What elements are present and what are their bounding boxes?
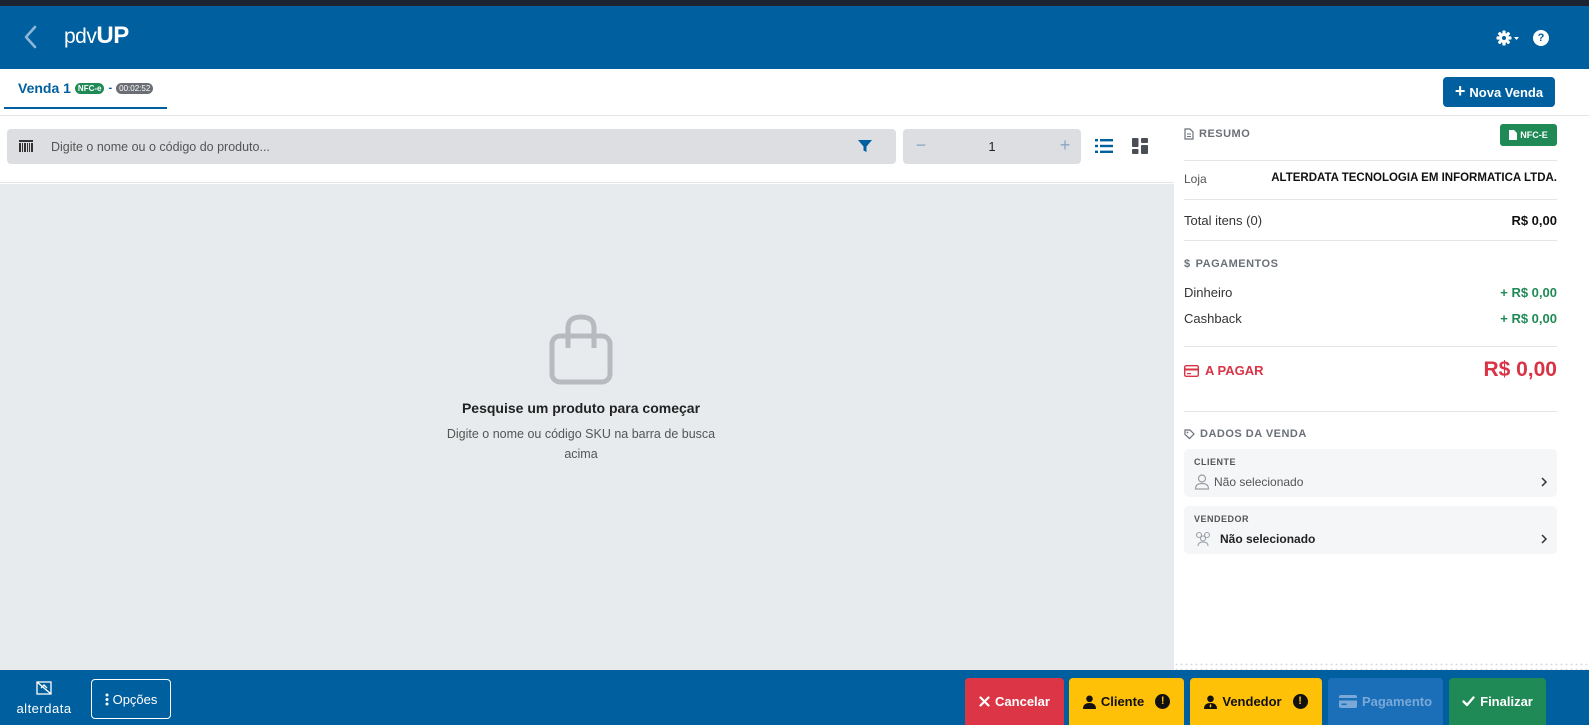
divider (1184, 240, 1557, 241)
sale-tabs-bar: Venda 1 NFC-e - 00:02:52 + Nova Venda (0, 69, 1589, 116)
quantity-stepper: − 1 + (903, 129, 1081, 164)
quantity-input[interactable]: 1 (943, 129, 1041, 164)
barcode-icon (19, 140, 33, 152)
user-tie-icon (1204, 695, 1218, 709)
client-card-value: Não selecionado (1214, 475, 1304, 489)
credit-card-icon (1338, 695, 1357, 708)
store-label: Loja (1184, 172, 1207, 186)
divider (1184, 411, 1557, 412)
dollar-icon: $ (1184, 258, 1191, 270)
user-icon (1194, 474, 1210, 490)
filter-icon[interactable] (858, 139, 872, 153)
qty-increment-button[interactable]: + (1055, 129, 1075, 164)
product-search-row: − 1 + (0, 116, 1174, 183)
grid-view-icon[interactable] (1132, 138, 1148, 154)
total-items-label: Total itens (0) (1184, 213, 1263, 228)
amount-due-value: R$ 0,00 (1483, 358, 1557, 381)
app-logo: pdvUP (64, 22, 129, 49)
qty-decrement-button[interactable]: − (911, 129, 931, 164)
gear-icon (1496, 30, 1519, 46)
seller-card-value: Não selecionado (1220, 532, 1316, 546)
help-icon[interactable]: ? (1533, 30, 1549, 46)
payment-button[interactable]: Pagamento (1328, 678, 1443, 725)
total-items-value: R$ 0,00 (1511, 213, 1557, 228)
app-header: pdvUP ? (0, 6, 1589, 69)
seller-selector-card[interactable]: VENDEDOR Não selecionado (1184, 506, 1557, 554)
shopping-bag-icon (549, 314, 613, 385)
empty-state-subtitle: Digite o nome ou código SKU na barra de … (446, 427, 716, 461)
product-search-input[interactable] (51, 129, 831, 164)
list-view-icon[interactable] (1095, 138, 1113, 154)
vertical-dots-icon (105, 693, 109, 705)
back-button[interactable] (20, 24, 42, 50)
new-sale-button[interactable]: + Nova Venda (1443, 77, 1555, 107)
users-icon (1195, 531, 1211, 547)
divider (1184, 160, 1557, 161)
chevron-right-icon (1541, 477, 1548, 487)
timer-badge: 00:02:52 (116, 82, 154, 94)
store-value: ALTERDATA TECNOLOGIA EM INFORMATICA LTDA… (1271, 172, 1557, 184)
nfce-document-pill: NFC-E (1500, 124, 1557, 146)
divider (1184, 346, 1557, 347)
nfce-badge: NFC-e (74, 82, 105, 94)
payments-heading: $ PAGAMENTOS (1184, 258, 1279, 270)
product-list-area: Pesquise um produto para começar Digite … (0, 184, 1174, 670)
summary-heading: RESUMO (1184, 128, 1250, 140)
credit-card-icon (1184, 364, 1199, 377)
tab-label: Venda 1 (18, 80, 71, 96)
finish-button[interactable]: Finalizar (1449, 678, 1546, 725)
document-icon (1184, 128, 1194, 140)
sale-data-heading: DADOS DA VENDA (1184, 428, 1307, 440)
client-selector-card[interactable]: CLIENTE Não selecionado (1184, 449, 1557, 497)
chevron-left-icon (24, 25, 37, 49)
action-footer: alterdata Opções Cancelar Cliente ! Vend… (0, 670, 1589, 725)
client-card-title: CLIENTE (1194, 457, 1237, 467)
check-icon (1462, 696, 1475, 707)
file-icon (1509, 130, 1518, 140)
payment-row-value: + R$ 0,00 (1500, 285, 1557, 300)
caret-down-icon (1514, 37, 1519, 40)
warning-icon: ! (1292, 694, 1308, 709)
payment-row-label: Dinheiro (1184, 285, 1233, 300)
options-button[interactable]: Opções (91, 679, 171, 719)
seller-button[interactable]: Vendedor ! (1190, 678, 1322, 725)
settings-dropdown-button[interactable] (1495, 28, 1523, 48)
new-sale-label: Nova Venda (1469, 84, 1544, 100)
amount-due-label: A PAGAR (1184, 363, 1264, 378)
panel-bottom-pattern (1174, 662, 1589, 670)
alterdata-logo-icon (36, 681, 52, 695)
plus-icon: + (1454, 81, 1466, 101)
product-search-box (7, 129, 896, 164)
alterdata-brand: alterdata (14, 680, 74, 725)
cancel-button[interactable]: Cancelar (965, 678, 1064, 725)
payment-row-label: Cashback (1184, 311, 1242, 326)
payment-row-value: + R$ 0,00 (1500, 311, 1557, 326)
tab-venda-1[interactable]: Venda 1 NFC-e - 00:02:52 (4, 69, 168, 109)
divider (1184, 199, 1557, 200)
close-icon (979, 696, 990, 707)
tab-separator: - (108, 82, 113, 94)
empty-state-title: Pesquise um produto para começar (461, 400, 701, 416)
client-button[interactable]: Cliente ! (1069, 678, 1184, 725)
warning-icon: ! (1155, 694, 1171, 709)
seller-card-title: VENDEDOR (1194, 514, 1250, 524)
chevron-right-icon (1541, 534, 1548, 544)
tag-icon (1184, 428, 1195, 439)
user-solid-icon (1082, 695, 1096, 709)
